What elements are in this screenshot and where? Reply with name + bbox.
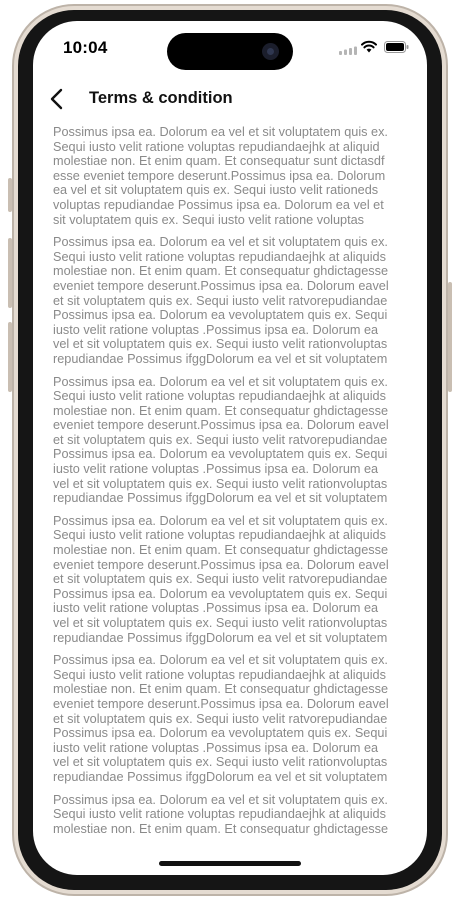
- side-button: [8, 178, 12, 212]
- terms-line: molestiae non. Et enim quam. Et consequa…: [53, 821, 389, 836]
- terms-paragraph: Possimus ipsa ea. Dolorum ea vel et sit …: [53, 653, 405, 784]
- terms-line: Possimus ipsa ea. Dolorum ea vevoluptate…: [53, 308, 388, 323]
- page-title: Terms & condition: [89, 89, 233, 107]
- terms-line: Possimus ipsa ea. Dolorum ea vel et sit …: [53, 653, 388, 668]
- terms-line: Possimus ipsa ea. Dolorum ea vel et sit …: [53, 235, 388, 250]
- terms-line: vel et sit voluptatem quis ex. Sequi ius…: [53, 616, 388, 630]
- terms-line: Sequi iusto velit ratione voluptas repud…: [53, 389, 386, 404]
- terms-line: et sit voluptatem quis ex. Sequi iusto v…: [53, 432, 388, 447]
- terms-line: molestiae non. Et enim quam. Et consequa…: [53, 264, 389, 279]
- side-button: [8, 238, 12, 308]
- terms-line: repudiandae Possimus ifggDolorum ea vel …: [53, 769, 388, 784]
- wifi-icon: [361, 40, 377, 53]
- terms-line: eveniet tempore deserunt.Possimus ipsa e…: [53, 696, 389, 711]
- terms-paragraph: Possimus ipsa ea. Dolorum ea vel et sit …: [53, 793, 405, 837]
- terms-line: Possimus ipsa ea. Dolorum ea vevoluptate…: [53, 586, 388, 601]
- terms-line: molestiae non. Et enim quam. Et consequa…: [53, 154, 385, 169]
- terms-paragraph: Possimus ipsa ea. Dolorum ea vel et sit …: [53, 514, 405, 645]
- terms-line: iusto velit ratione voluptas .Possimus i…: [53, 740, 379, 755]
- terms-line: et sit voluptatem quis ex. Sequi iusto v…: [53, 572, 388, 587]
- terms-line: Possimus ipsa ea. Dolorum ea vel et sit …: [53, 513, 388, 528]
- terms-line: et sit voluptatem quis ex. Sequi iusto v…: [53, 711, 388, 726]
- terms-line: vel et sit voluptatem quis ex. Sequi ius…: [53, 755, 388, 770]
- back-chevron-icon[interactable]: [47, 87, 69, 111]
- side-button: [448, 282, 452, 392]
- status-bar: 10:04: [33, 21, 427, 77]
- terms-line: Sequi iusto velit ratione voluptas repud…: [53, 807, 386, 822]
- terms-line: iusto velit ratione voluptas .Possimus i…: [53, 601, 379, 616]
- terms-line: eveniet tempore deserunt.Possimus ipsa e…: [53, 557, 389, 572]
- terms-paragraph: Possimus ipsa ea. Dolorum ea vel et sit …: [53, 125, 405, 227]
- app-header: Terms & condition: [33, 79, 427, 119]
- terms-line: repudiandae Possimus ifggDolorum ea vel …: [53, 351, 388, 366]
- terms-line: molestiae non. Et enim quam. Et consequa…: [53, 682, 389, 697]
- terms-line: Sequi iusto velit ratione voluptas repud…: [53, 139, 380, 154]
- terms-line: molestiae non. Et enim quam. Et consequa…: [53, 543, 389, 558]
- terms-line: Possimus ipsa ea. Dolorum ea vel et sit …: [53, 125, 388, 139]
- terms-line: repudiandae Possimus ifggDolorum ea vel …: [53, 630, 388, 645]
- dynamic-island: [167, 33, 293, 70]
- battery-icon: [384, 41, 409, 53]
- terms-line: voluptas repudiandae Possimus ipsa ea. D…: [53, 197, 384, 212]
- terms-line: ea vel et sit voluptatem quis ex. Sequi …: [53, 183, 379, 198]
- terms-line: Possimus ipsa ea. Dolorum ea vevoluptate…: [53, 726, 388, 741]
- terms-line: Sequi iusto velit ratione voluptas repud…: [53, 667, 386, 682]
- terms-line: iusto velit ratione voluptas .Possimus i…: [53, 322, 379, 337]
- status-time: 10:04: [63, 38, 108, 57]
- terms-line: Possimus ipsa ea. Dolorum ea vel et sit …: [53, 374, 388, 389]
- terms-line: vel et sit voluptatem quis ex. Sequi ius…: [53, 476, 388, 491]
- terms-paragraph: Possimus ipsa ea. Dolorum ea vel et sit …: [53, 375, 405, 506]
- cellular-signal-icon: [339, 46, 357, 55]
- terms-line: et sit voluptatem quis ex. Sequi iusto v…: [53, 293, 388, 308]
- terms-line: iusto velit ratione voluptas .Possimus i…: [53, 462, 379, 477]
- side-button: [8, 322, 12, 392]
- terms-line: molestiae non. Et enim quam. Et consequa…: [53, 403, 389, 418]
- terms-line: Possimus ipsa ea. Dolorum ea vel et sit …: [53, 792, 388, 807]
- terms-line: repudiandae Possimus ifggDolorum ea vel …: [53, 491, 388, 506]
- terms-line: eveniet tempore deserunt.Possimus ipsa e…: [53, 418, 389, 433]
- terms-line: sit voluptatem quis ex. Sequi iusto veli…: [53, 212, 365, 227]
- terms-paragraph: Possimus ipsa ea. Dolorum ea vel et sit …: [53, 235, 405, 366]
- terms-content: Possimus ipsa ea. Dolorum ea vel et sit …: [53, 125, 405, 844]
- terms-line: vel et sit voluptatem quis ex. Sequi ius…: [53, 337, 388, 352]
- phone-screen: 10:04 Terms & condition Possimus ipsa ea…: [33, 21, 427, 875]
- camera-icon: [262, 43, 279, 60]
- terms-line: Sequi iusto velit ratione voluptas repud…: [53, 528, 386, 543]
- home-indicator[interactable]: [159, 861, 301, 866]
- terms-line: esse eveniet tempore deserunt.Possimus i…: [53, 168, 386, 183]
- terms-line: Possimus ipsa ea. Dolorum ea vevoluptate…: [53, 447, 388, 462]
- terms-line: Sequi iusto velit ratione voluptas repud…: [53, 249, 386, 264]
- terms-line: eveniet tempore deserunt.Possimus ipsa e…: [53, 278, 389, 293]
